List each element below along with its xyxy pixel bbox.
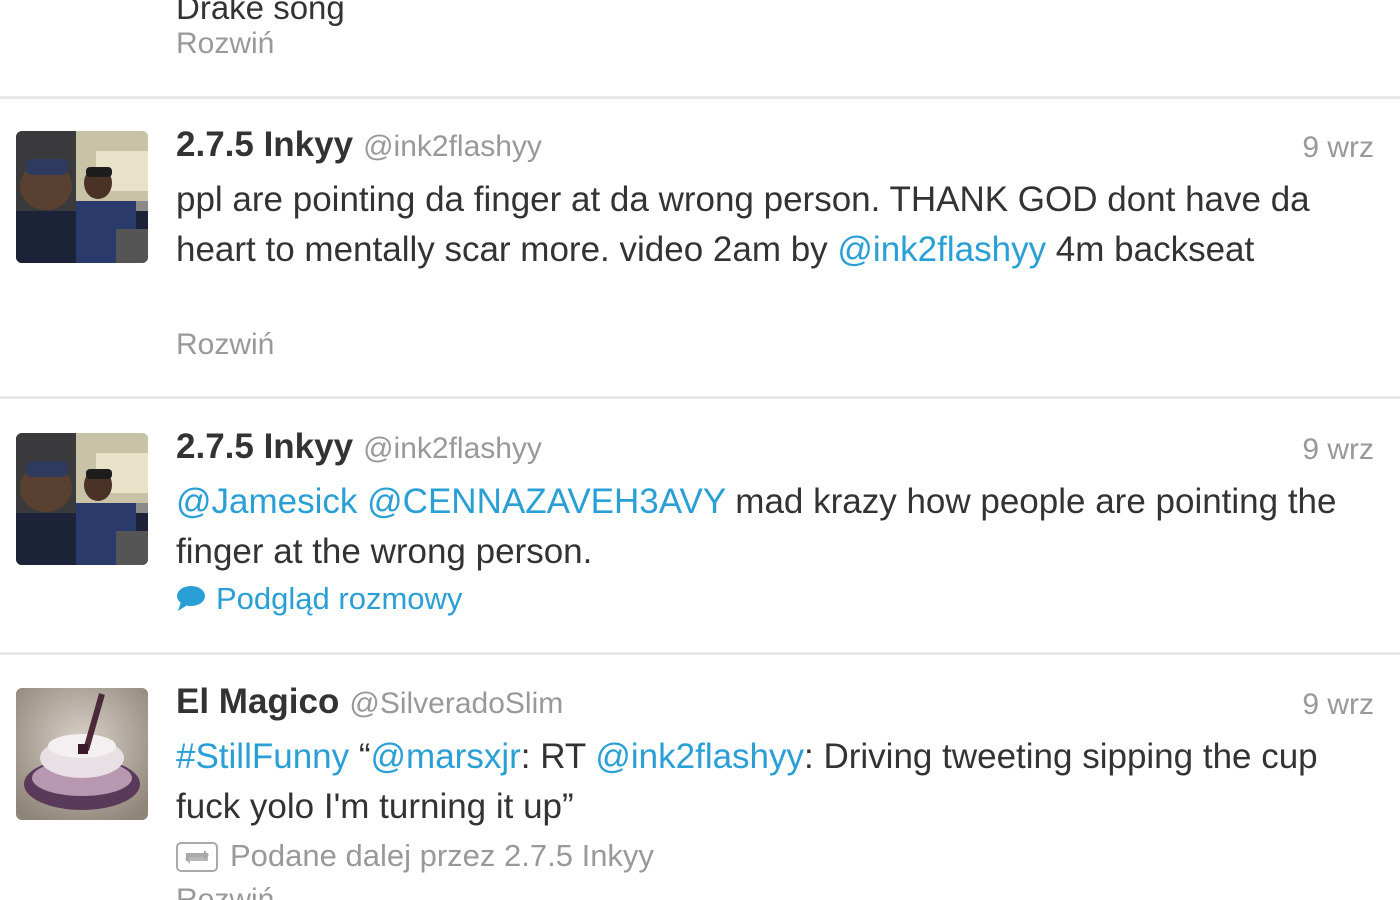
text-segment: “ bbox=[349, 737, 371, 776]
retweeted-by-label: Podane dalej przez 2.7.5 Inkyy bbox=[230, 838, 654, 873]
avatar-car-photo bbox=[16, 433, 148, 565]
mention-link[interactable]: @Jamesick bbox=[176, 482, 357, 521]
tweet-header: El Magico @SilveradoSlim bbox=[176, 682, 563, 728]
avatar-car-photo bbox=[16, 131, 148, 263]
expand-link[interactable]: Rozwiń bbox=[176, 327, 274, 363]
tweet-text: #StillFunny “@marsxjr: RT @ink2flashyy: … bbox=[176, 732, 1376, 832]
view-conversation-link[interactable]: Podgląd rozmowy bbox=[176, 581, 462, 617]
view-conversation-label: Podgląd rozmowy bbox=[216, 581, 463, 616]
user-name[interactable]: 2.7.5 Inkyy bbox=[176, 125, 353, 164]
text-segment: 4m backseat bbox=[1046, 230, 1255, 269]
hashtag-link[interactable]: #StillFunny bbox=[176, 737, 349, 776]
avatar-cup-photo bbox=[16, 688, 148, 820]
tweet-text: Drake song bbox=[176, 0, 345, 26]
speech-bubble-icon bbox=[177, 586, 205, 611]
avatar[interactable] bbox=[16, 688, 148, 820]
expand-link[interactable]: Rozwiń bbox=[176, 26, 274, 62]
avatar[interactable] bbox=[16, 131, 148, 263]
user-handle[interactable]: @ink2flashyy bbox=[363, 130, 542, 163]
tweet-divider bbox=[0, 652, 1400, 655]
tweet-timestamp[interactable]: 9 wrz bbox=[1302, 433, 1374, 467]
tweet-header: 2.7.5 Inkyy @ink2flashyy bbox=[176, 427, 542, 473]
tweet-text: @Jamesick @CENNAZAVEH3AVY mad krazy how … bbox=[176, 477, 1376, 577]
timeline: Drake song Rozwiń 2.7.5 Inkyy @ink2flashy… bbox=[0, 0, 1400, 900]
tweet-divider bbox=[0, 396, 1400, 399]
text-segment: : RT bbox=[520, 737, 596, 776]
tweet-timestamp[interactable]: 9 wrz bbox=[1302, 688, 1374, 722]
tweet-text: ppl are pointing da finger at da wrong p… bbox=[176, 175, 1376, 275]
avatar[interactable] bbox=[16, 433, 148, 565]
mention-link[interactable]: @CENNAZAVEH3AVY bbox=[367, 482, 725, 521]
text-segment bbox=[357, 482, 367, 521]
user-handle[interactable]: @SilveradoSlim bbox=[349, 687, 563, 720]
user-name[interactable]: 2.7.5 Inkyy bbox=[176, 427, 353, 466]
tweet-item[interactable]: El Magico @SilveradoSlim 9 wrz #StillFunn… bbox=[0, 682, 1400, 900]
tweet-timestamp[interactable]: 9 wrz bbox=[1302, 131, 1374, 165]
tweet-item[interactable]: 2.7.5 Inkyy @ink2flashyy 9 wrz ppl are po… bbox=[0, 125, 1400, 396]
user-handle[interactable]: @ink2flashyy bbox=[363, 432, 542, 465]
tweet-divider bbox=[0, 96, 1400, 99]
retweet-icon bbox=[176, 842, 218, 872]
retweeted-by[interactable]: Podane dalej przez 2.7.5 Inkyy bbox=[176, 838, 654, 874]
tweet-header: 2.7.5 Inkyy @ink2flashyy bbox=[176, 125, 542, 171]
mention-link[interactable]: @ink2flashyy bbox=[595, 737, 804, 776]
partial-tweet[interactable]: Drake song Rozwiń bbox=[0, 0, 1400, 98]
user-name[interactable]: El Magico bbox=[176, 682, 339, 721]
expand-link[interactable]: Rozwiń bbox=[176, 882, 274, 900]
mention-link[interactable]: @marsxjr bbox=[371, 737, 521, 776]
tweet-item[interactable]: 2.7.5 Inkyy @ink2flashyy 9 wrz @Jamesick … bbox=[0, 427, 1400, 649]
mention-link[interactable]: @ink2flashyy bbox=[837, 230, 1046, 269]
